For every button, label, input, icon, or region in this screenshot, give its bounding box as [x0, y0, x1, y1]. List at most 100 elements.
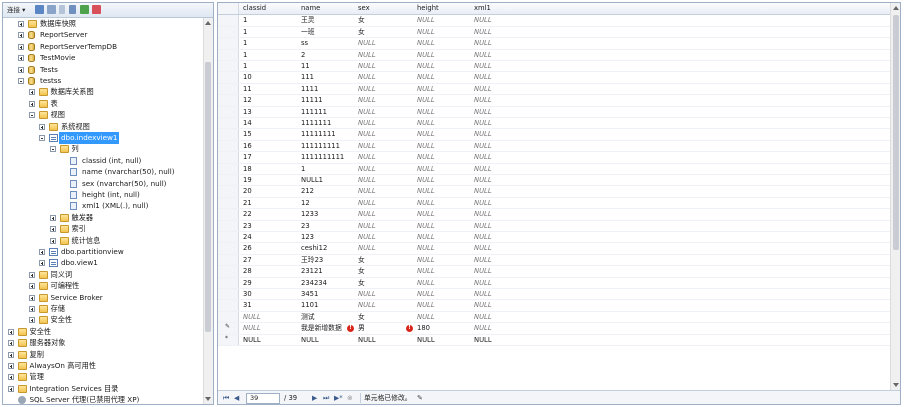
tree-node[interactable]: AlwaysOn 高可用性 — [3, 360, 203, 372]
tree-node[interactable]: 数据库关系图 — [3, 86, 203, 98]
tree-node[interactable]: 存储 — [3, 303, 203, 315]
tree-node[interactable]: classid (int, null) — [3, 155, 203, 167]
tree-node[interactable]: 视图 — [3, 109, 203, 121]
expand-icon[interactable] — [7, 385, 14, 392]
column-header-xml1[interactable]: xml1 — [474, 3, 491, 14]
scroll-down-icon[interactable] — [205, 397, 211, 401]
tree-node[interactable]: 统计信息 — [3, 235, 203, 247]
collapse-icon[interactable] — [18, 78, 24, 84]
disconnect-icon[interactable] — [47, 5, 56, 14]
table-row[interactable]: 22 1233 NULL NULL NULL — [218, 209, 890, 221]
collapse-icon[interactable] — [49, 146, 56, 153]
scroll-down-icon[interactable] — [893, 383, 899, 387]
tree-node[interactable]: ReportServer — [3, 29, 203, 41]
table-row[interactable]: * NULL NULL NULL NULL NULL — [218, 334, 890, 346]
expand-icon[interactable] — [28, 100, 35, 107]
expand-icon[interactable] — [28, 283, 35, 290]
table-row[interactable]: 23 23 NULL NULL NULL — [218, 220, 890, 232]
expand-icon[interactable] — [39, 123, 45, 130]
expand-icon[interactable] — [7, 340, 14, 347]
column-header-sex[interactable]: sex — [358, 3, 370, 14]
table-row[interactable]: ✎ NULL 我是新增数据男 180 NULL!! — [218, 323, 890, 335]
expand-icon[interactable] — [7, 351, 14, 358]
expand-icon[interactable] — [18, 66, 24, 73]
expand-icon[interactable] — [39, 249, 45, 255]
filter-icon[interactable] — [69, 5, 76, 14]
scroll-up-icon[interactable] — [205, 21, 211, 25]
tree-node[interactable]: dbo.indexview1 — [3, 132, 203, 144]
expand-icon[interactable] — [18, 21, 24, 27]
expand-icon[interactable] — [7, 374, 14, 381]
connect-icon[interactable] — [35, 5, 44, 14]
scroll-up-icon[interactable] — [893, 6, 899, 10]
previous-record-icon[interactable]: ◀ — [234, 392, 239, 404]
table-row[interactable]: 1 王灵女 NULL NULL — [218, 15, 890, 27]
refresh-icon[interactable] — [80, 5, 89, 14]
tree-node[interactable]: dbo.partitionview — [3, 246, 203, 258]
column-header-name[interactable]: name — [301, 3, 320, 14]
tree-node[interactable]: 管理 — [3, 371, 203, 383]
object-explorer-scrollbar[interactable] — [203, 18, 213, 404]
error-icon[interactable]: ! — [406, 325, 413, 333]
expand-icon[interactable] — [49, 214, 56, 221]
table-row[interactable]: 24 123 NULL NULL NULL — [218, 232, 890, 244]
tree-node[interactable]: 表 — [3, 98, 203, 110]
expand-icon[interactable] — [28, 89, 35, 96]
error-icon[interactable]: ! — [347, 325, 354, 333]
next-record-icon[interactable]: ▶ — [312, 392, 317, 404]
expand-icon[interactable] — [7, 328, 14, 335]
tree-node[interactable]: 系统视图 — [3, 121, 203, 133]
expand-icon[interactable] — [28, 294, 35, 301]
expand-icon[interactable] — [7, 363, 14, 369]
tree-node[interactable]: 索引 — [3, 223, 203, 235]
tree-node[interactable]: 列 — [3, 143, 203, 155]
scroll-thumb[interactable] — [893, 15, 899, 250]
collapse-icon[interactable] — [39, 135, 45, 141]
column-header-height[interactable]: height — [417, 3, 439, 14]
tree-node[interactable]: 复制 — [3, 349, 203, 361]
expand-icon[interactable] — [18, 43, 24, 50]
current-record-input[interactable]: 39 — [246, 393, 280, 404]
tree-node[interactable]: 安全性 — [3, 326, 203, 338]
tree-node[interactable]: 服务器对象 — [3, 337, 203, 349]
tree-node[interactable]: TestMovie — [3, 52, 203, 64]
expand-icon[interactable] — [39, 260, 45, 267]
scroll-thumb[interactable] — [205, 62, 211, 332]
tree-node[interactable]: 可编程性 — [3, 280, 203, 292]
tree-node[interactable]: Tests — [3, 64, 203, 76]
expand-icon[interactable] — [28, 271, 35, 278]
table-row[interactable]: 15 11111111 NULL NULL NULL — [218, 129, 890, 141]
tree-node[interactable]: xml1 (XML(.), null) — [3, 200, 203, 212]
column-header-classid[interactable]: classid — [243, 3, 266, 14]
expand-icon[interactable] — [18, 55, 24, 62]
tree-node[interactable]: sex (nvarchar(50), null) — [3, 178, 203, 190]
table-row[interactable]: 13 111111 NULL NULL NULL — [218, 106, 890, 118]
table-row[interactable]: 21 12 NULL NULL NULL — [218, 197, 890, 210]
expand-icon[interactable] — [49, 237, 56, 244]
table-row[interactable]: 11 1111 NULL NULL NULL — [218, 83, 890, 96]
expand-icon[interactable] — [49, 226, 56, 233]
table-row[interactable]: 26 ceshi12 NULL NULL NULL — [218, 243, 890, 255]
tree-node[interactable]: dbo.view1 — [3, 257, 203, 269]
table-row[interactable]: 1 一班女 NULL NULL — [218, 26, 890, 39]
table-row[interactable]: 12 11111 NULL NULL NULL — [218, 95, 890, 107]
table-row[interactable]: 27 王玲23 女 NULL NULL — [218, 254, 890, 267]
new-record-icon[interactable]: ▶* — [334, 392, 343, 404]
table-row[interactable]: 29 234234 女 NULL NULL — [218, 277, 890, 289]
table-row[interactable]: 1 11 NULL NULL NULL — [218, 61, 890, 73]
table-row[interactable]: 18 1 NULL NULL NULL — [218, 163, 890, 175]
select-all-corner[interactable] — [218, 3, 239, 15]
collapse-icon[interactable] — [28, 112, 35, 119]
table-row[interactable]: 30 3451 NULL NULL NULL — [218, 289, 890, 301]
tree-node[interactable]: height (int, null) — [3, 189, 203, 201]
last-record-icon[interactable]: ⏭ — [323, 392, 329, 404]
table-row[interactable]: 31 1101 NULL NULL NULL — [218, 300, 890, 312]
tree-node[interactable]: 数据库快照 — [3, 18, 203, 30]
table-row[interactable]: 1 ss NULL NULL NULL — [218, 38, 890, 50]
expand-icon[interactable] — [28, 306, 35, 312]
results-grid-scrollbar[interactable] — [890, 3, 900, 390]
tree-node[interactable]: 安全性 — [3, 314, 203, 326]
tree-node[interactable]: 同义词 — [3, 269, 203, 281]
expand-icon[interactable] — [28, 317, 35, 324]
stop-icon[interactable] — [59, 5, 65, 14]
